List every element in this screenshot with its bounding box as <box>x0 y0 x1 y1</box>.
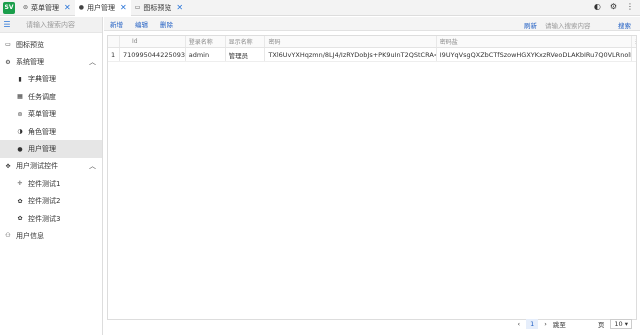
sidebar-search: ☰ 请输入搜索内容 <box>0 17 102 33</box>
user-icon: ● <box>17 145 23 153</box>
page-size-select[interactable]: 10 ▾ <box>610 319 632 329</box>
sidebar-item-icon-preview[interactable]: ▭ 图标预览 <box>0 36 102 53</box>
sidebar-item-label: 系统管理 <box>16 58 44 67</box>
table-row[interactable]: 1 710995044225093 admin 管理员 TXl6UvYXHqzm… <box>108 48 636 62</box>
gear-icon[interactable]: ⚙ <box>610 2 617 11</box>
refresh-button[interactable]: 刷新 <box>524 20 537 30</box>
sidebar-item-user-test[interactable]: ✥ 用户测试控件 ︿ <box>0 158 102 175</box>
sidebar-item-label: 用户管理 <box>28 145 56 154</box>
chevron-up-icon: ︿ <box>89 58 96 67</box>
search-button[interactable]: 搜索 <box>618 20 631 30</box>
search-input[interactable]: 请输入搜索内容 <box>545 20 591 30</box>
toolbar: 新增 编辑 删除 刷新 请输入搜索内容 搜索 <box>104 17 640 31</box>
cell-more <box>632 48 636 61</box>
edit-button[interactable]: 编辑 <box>135 19 148 29</box>
tab-label: 用户管理 <box>86 3 115 12</box>
users-icon: ⚇ <box>5 232 11 240</box>
close-icon[interactable]: ✕ <box>120 3 127 12</box>
add-button[interactable]: 新增 <box>110 19 123 29</box>
app-logo: SV <box>3 1 15 14</box>
sidebar-item-label: 用户测试控件 <box>16 162 58 171</box>
menu-icon: ⊜ <box>17 110 23 118</box>
cell-login: admin <box>186 48 226 61</box>
cell-id: 710995044225093 <box>120 48 186 61</box>
tab-label: 菜单管理 <box>31 3 60 12</box>
paw-icon: ✿ <box>17 215 23 223</box>
cell-salt: I9UYqVsgQXZbCTfSzowHGXYKxzRVeoDLAKbIRu7Q… <box>437 48 632 61</box>
page-unit-label: 页 <box>597 321 605 329</box>
sidebar-item-label: 控件测试1 <box>28 179 61 188</box>
table-header: Id 登录名称 显示名称 密码 密码盐 录 <box>108 36 636 48</box>
header-more[interactable]: 录 <box>632 36 636 47</box>
role-icon: ◑ <box>17 128 23 136</box>
sidebar-item-test1[interactable]: ✛ 控件测试1 <box>0 175 102 192</box>
menu-icon: ⊜ <box>23 4 29 11</box>
cell-display: 管理员 <box>226 48 266 61</box>
sidebar-item-test3[interactable]: ✿ 控件测试3 <box>0 210 102 227</box>
header-login[interactable]: 登录名称 <box>186 36 226 47</box>
tab-menu-manage[interactable]: ⊜ 菜单管理 ✕ <box>19 0 75 16</box>
pagination: ‹ 1 › 跳至 页 10 ▾ <box>518 319 632 329</box>
hamburger-icon[interactable]: ☰ <box>0 20 14 29</box>
header-display[interactable]: 显示名称 <box>226 36 266 47</box>
sidebar-item-label: 任务调度 <box>28 92 56 101</box>
image-icon: ▭ <box>5 41 11 49</box>
sidebar-item-label: 角色管理 <box>28 127 56 136</box>
sidebar-item-label: 用户信息 <box>16 231 44 240</box>
delete-button[interactable]: 删除 <box>160 19 173 29</box>
sidebar-item-label: 控件测试3 <box>28 214 61 223</box>
sidebar-item-label: 字典管理 <box>28 75 56 84</box>
chevron-up-icon: ︿ <box>89 162 96 171</box>
tab-label: 图标预览 <box>143 3 172 12</box>
image-icon: ▭ <box>134 4 141 11</box>
book-icon: ▮ <box>18 75 22 83</box>
cell-password: TXl6UvYXHqzmn/8LJ4/IzRYDobJs+PK9uInT2QSt… <box>265 48 437 61</box>
calendar-icon: ▦ <box>17 93 23 101</box>
sidebar: ☰ 请输入搜索内容 ▭ 图标预览 ⚙ 系统管理 ︿ ▮ 字典管理 ▦ 任务调度 … <box>0 17 103 335</box>
sidebar-item-label: 图标预览 <box>16 40 44 49</box>
sidebar-item-user-info[interactable]: ⚇ 用户信息 <box>0 227 102 244</box>
sidebar-item-test2[interactable]: ✿ 控件测试2 <box>0 193 102 210</box>
sidebar-item-label: 菜单管理 <box>28 110 56 119</box>
header-password[interactable]: 密码 <box>265 36 437 47</box>
close-icon[interactable]: ✕ <box>64 3 71 12</box>
top-icons: ◐ ⚙ ⋮ <box>594 2 634 11</box>
sidebar-item-menu[interactable]: ⊜ 菜单管理 <box>0 106 102 123</box>
main-panel: 新增 编辑 删除 刷新 请输入搜索内容 搜索 Id 登录名称 显示名称 密码 密… <box>104 17 640 335</box>
more-icon[interactable]: ⋮ <box>626 2 634 11</box>
page-size-value: 10 <box>614 320 623 328</box>
goto-label: 跳至 <box>552 321 566 329</box>
sidebar-item-schedule[interactable]: ▦ 任务调度 <box>0 88 102 105</box>
top-bar: SV ⊜ 菜单管理 ✕ ● 用户管理 ✕ ▭ 图标预览 ✕ ◐ ⚙ ⋮ <box>0 0 640 16</box>
header-index <box>108 36 120 47</box>
data-table: Id 登录名称 显示名称 密码 密码盐 录 1 710995044225093 … <box>107 35 637 320</box>
widgets-icon: ✥ <box>5 162 11 170</box>
header-id[interactable]: Id <box>120 36 186 47</box>
tab-user-manage[interactable]: ● 用户管理 ✕ <box>74 0 131 16</box>
page-number[interactable]: 1 <box>526 319 539 329</box>
paw-icon: ✿ <box>17 197 23 205</box>
sidebar-item-system[interactable]: ⚙ 系统管理 ︿ <box>0 53 102 70</box>
sidebar-item-dict[interactable]: ▮ 字典管理 <box>0 71 102 88</box>
sidebar-item-user[interactable]: ● 用户管理 <box>0 140 102 158</box>
gear-icon: ⚙ <box>5 58 11 66</box>
prev-page-icon[interactable]: ‹ <box>518 320 521 328</box>
row-index: 1 <box>108 48 120 61</box>
user-icon: ● <box>78 4 84 11</box>
tab-icon-preview[interactable]: ▭ 图标预览 ✕ <box>131 0 187 16</box>
close-icon[interactable]: ✕ <box>176 3 183 12</box>
sidebar-item-role[interactable]: ◑ 角色管理 <box>0 123 102 140</box>
sidebar-item-label: 控件测试2 <box>28 197 61 206</box>
theme-toggle-icon[interactable]: ◐ <box>594 2 601 11</box>
move-icon: ✛ <box>17 180 23 188</box>
header-salt[interactable]: 密码盐 <box>437 36 632 47</box>
sidebar-search-input[interactable]: 请输入搜索内容 <box>26 20 75 30</box>
next-page-icon[interactable]: › <box>544 320 547 328</box>
